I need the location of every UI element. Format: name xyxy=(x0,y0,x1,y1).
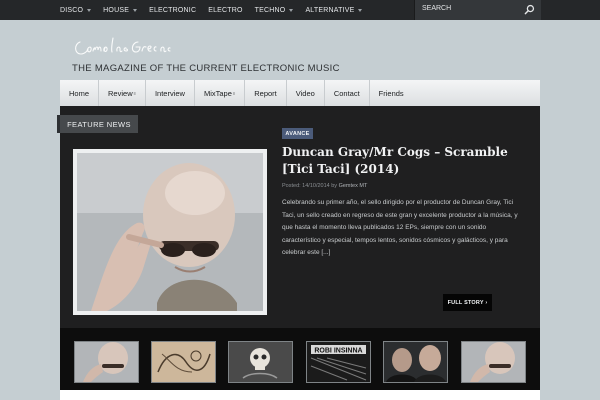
feature-photo xyxy=(77,153,263,311)
thumbnail-6[interactable] xyxy=(461,341,526,383)
nav-friends[interactable]: Friends xyxy=(370,80,413,106)
nav-report[interactable]: Report xyxy=(245,80,287,106)
nav-interview[interactable]: Interview xyxy=(146,80,195,106)
full-story-button[interactable]: FULL STORY › xyxy=(443,294,492,311)
nav-label: Contact xyxy=(333,88,360,98)
top-nav-house[interactable]: HOUSE xyxy=(103,6,138,14)
thumbnail-image xyxy=(152,342,215,382)
portrait-image xyxy=(77,153,263,311)
thumbnail-image xyxy=(75,342,138,382)
top-nav-techno[interactable]: TECHNO xyxy=(255,7,294,14)
thumbnail-4[interactable]: ROBI INSINNA xyxy=(306,341,371,383)
top-nav-label: TECHNO xyxy=(254,6,286,14)
thumbnail-image xyxy=(462,342,525,382)
chevron-down-icon xyxy=(289,8,294,12)
search-input[interactable]: SEARCH xyxy=(422,5,451,12)
submenu-icon: ≡ xyxy=(232,90,236,96)
site-logo[interactable] xyxy=(72,34,172,60)
top-nav-label: ALTERNATIVE xyxy=(305,6,355,14)
thumbnail-1[interactable] xyxy=(74,341,139,383)
post-meta: Posted: 14/10/2014 by Gemtex MT xyxy=(282,183,367,189)
top-nav-label: DISCO xyxy=(60,6,84,14)
category-badge[interactable]: AVANCE xyxy=(282,128,313,139)
top-nav-label: ELECTRONIC xyxy=(149,6,197,14)
site-tagline: THE MAGAZINE OF THE CURRENT ELECTRONIC M… xyxy=(72,63,340,74)
top-nav-label: ELECTRO xyxy=(208,6,243,14)
top-category-nav: DISCO HOUSE ELECTRONIC ELECTRO TECHNO AL… xyxy=(60,0,374,20)
search-box[interactable]: SEARCH xyxy=(414,0,541,20)
nav-mixtape[interactable]: MixTape ≡ xyxy=(195,80,246,106)
top-nav-electronic[interactable]: ELECTRONIC xyxy=(149,7,196,14)
search-icon[interactable] xyxy=(524,4,535,15)
thumbnail-3[interactable] xyxy=(228,341,293,383)
nav-label: Video xyxy=(295,88,315,98)
thumbnail-2[interactable] xyxy=(151,341,216,383)
feature-news-label: FEATURE NEWS xyxy=(57,115,138,133)
nav-video[interactable]: Video xyxy=(287,80,325,106)
nav-home[interactable]: Home xyxy=(60,80,100,106)
thumbnail-image: ROBI INSINNA xyxy=(307,342,370,382)
nav-contact[interactable]: Contact xyxy=(325,80,370,106)
post-author[interactable]: Gemtex MT xyxy=(339,183,368,189)
thumbnail-image xyxy=(229,342,292,382)
nav-label: Friends xyxy=(378,88,404,98)
nav-label: MixTape xyxy=(203,88,232,98)
chevron-down-icon xyxy=(358,8,363,12)
main-nav: Home Review ≡ Interview MixTape ≡ Report V… xyxy=(60,80,540,107)
thumbnail-5[interactable] xyxy=(383,341,448,383)
chevron-down-icon xyxy=(133,8,138,12)
feature-image[interactable] xyxy=(73,149,267,315)
nav-label: Report xyxy=(254,88,277,98)
post-date: Posted: 14/10/2014 by xyxy=(282,183,339,189)
content-area-start xyxy=(60,390,540,400)
nav-label: Review xyxy=(108,88,133,98)
chevron-down-icon xyxy=(87,8,92,12)
thumbnail-image xyxy=(384,342,447,382)
top-nav-alternative[interactable]: ALTERNATIVE xyxy=(305,6,363,14)
top-nav-disco[interactable]: DISCO xyxy=(60,6,92,14)
top-nav-electro[interactable]: ELECTRO xyxy=(208,7,242,14)
feature-excerpt: Celebrando su primer año, el sello dirig… xyxy=(282,199,518,256)
feature-title[interactable]: Duncan Gray/Mr Cogs – Scramble [Tici Tac… xyxy=(282,144,512,178)
nav-label: Interview xyxy=(154,88,185,98)
thumbnail-text: ROBI INSINNA xyxy=(314,348,362,355)
nav-label: Home xyxy=(69,88,90,98)
nav-review[interactable]: Review ≡ xyxy=(99,80,146,106)
top-nav-label: HOUSE xyxy=(103,6,130,14)
submenu-icon: ≡ xyxy=(133,90,136,96)
